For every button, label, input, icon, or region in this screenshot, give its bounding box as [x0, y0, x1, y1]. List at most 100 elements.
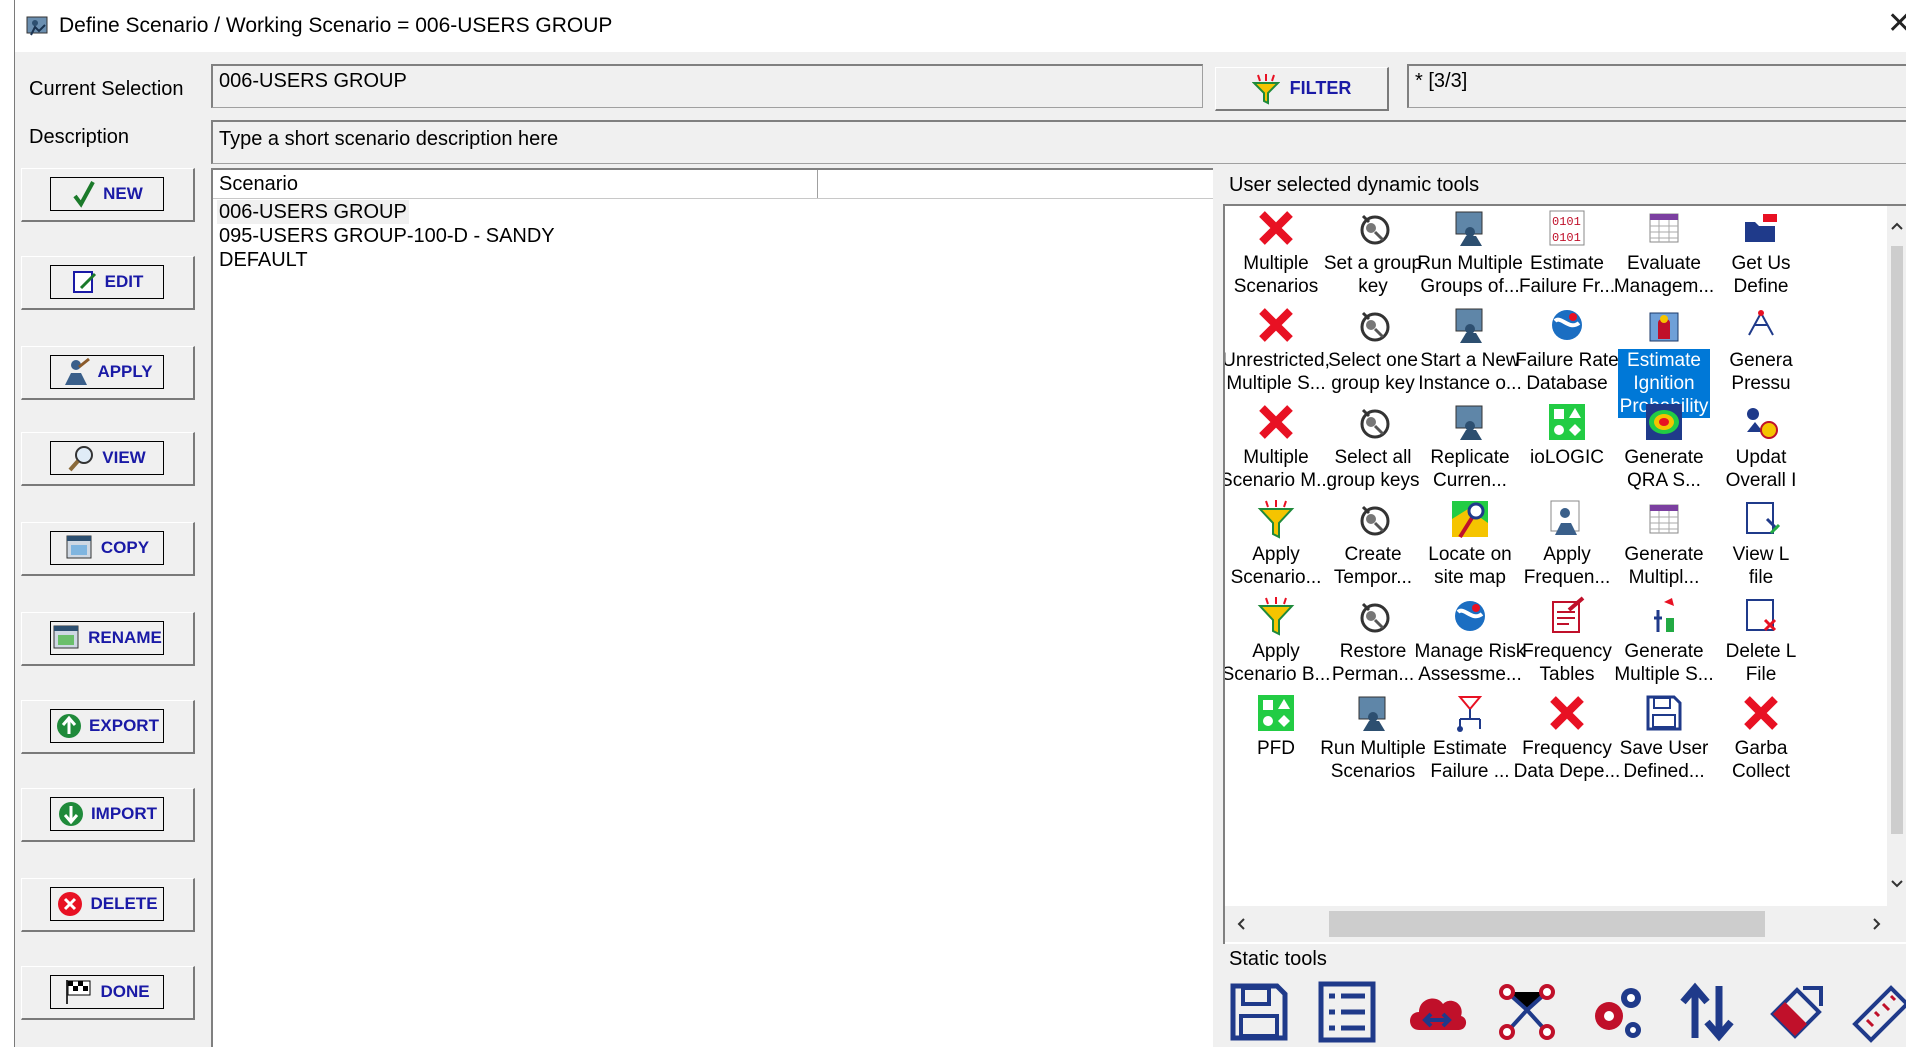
export-button[interactable]: EXPORT: [21, 700, 195, 754]
scenario-column-header[interactable]: Scenario: [219, 173, 298, 196]
red-x-icon: [1550, 696, 1584, 730]
tool-label: Frequency Tables: [1522, 641, 1612, 685]
view-button[interactable]: VIEW: [21, 432, 195, 486]
scenario-list[interactable]: Scenario 006-USERS GROUP 095-USERS GROUP…: [211, 168, 1213, 1047]
new-button[interactable]: NEW: [21, 168, 195, 222]
tool-label: Estimate Failure Fr...: [1518, 253, 1616, 297]
funnel-icon: [1257, 500, 1295, 539]
dynamic-tool-get-us-define[interactable]: Get Us Define: [1702, 208, 1820, 298]
filter-button[interactable]: FILTER: [1215, 67, 1389, 111]
filter-count-field: * [3/3]: [1407, 64, 1906, 108]
tool-label: Garba Collect: [1731, 738, 1791, 782]
tool-label: ioLOGIC: [1530, 447, 1604, 468]
network-icon[interactable]: [1495, 980, 1559, 1044]
table-icon: [1649, 504, 1679, 534]
title-bar: Define Scenario / Working Scenario = 006…: [15, 0, 1906, 52]
tool-label: Generate QRA S...: [1624, 447, 1704, 491]
dynamic-tool-updat-overall-i[interactable]: Updat Overall I: [1702, 402, 1820, 492]
tool-label: Delete L File: [1725, 641, 1797, 685]
tool-label: PFD: [1257, 738, 1295, 759]
list-item[interactable]: 006-USERS GROUP: [217, 200, 409, 224]
import-button[interactable]: IMPORT: [21, 788, 195, 842]
map-icon: [1452, 501, 1488, 539]
copy-icon: [66, 535, 92, 559]
chevron-up-icon[interactable]: [1887, 216, 1906, 236]
red-x-icon: [1259, 211, 1293, 245]
key-group-icon: [1360, 311, 1390, 342]
close-icon[interactable]: ✕: [1887, 6, 1906, 41]
vertical-scrollbar[interactable]: [1887, 206, 1906, 906]
dynamic-tool-genera-pressu[interactable]: Genera Pressu: [1702, 305, 1820, 395]
view-button-label: VIEW: [102, 448, 146, 467]
export-icon: [57, 714, 82, 738]
tool-label: Restore Perman...: [1331, 641, 1415, 685]
view-log-icon: [1746, 502, 1781, 535]
list-item[interactable]: 095-USERS GROUP-100-D - SANDY: [217, 224, 557, 248]
delete-button-label: DELETE: [90, 894, 158, 913]
apply-icon: [65, 357, 91, 385]
done-button[interactable]: DONE: [21, 966, 195, 1020]
checkered-flag-icon: [66, 980, 91, 1004]
description-input[interactable]: Type a short scenario description here: [211, 120, 1906, 164]
save-icon: [1646, 695, 1682, 731]
red-x-icon: [1259, 308, 1293, 342]
filter-label: FILTER: [1289, 78, 1352, 98]
rename-button[interactable]: RENAME: [21, 612, 195, 666]
vertical-scrollbar-thumb[interactable]: [1891, 246, 1903, 834]
globe-icon: [1455, 601, 1485, 631]
dynamic-tool-garba-collect[interactable]: Garba Collect: [1702, 693, 1820, 783]
import-icon: [58, 802, 83, 826]
save-icon[interactable]: [1227, 980, 1291, 1044]
magnifier-icon: [68, 446, 94, 472]
key-group-icon: [1360, 505, 1390, 536]
eraser-icon[interactable]: [1763, 980, 1827, 1044]
logic-blocks-icon: [1258, 695, 1294, 731]
gears-icon[interactable]: [1585, 980, 1649, 1044]
chevron-right-icon[interactable]: [1867, 914, 1887, 934]
update-icon: [1747, 408, 1778, 439]
copy-button[interactable]: COPY: [21, 522, 195, 576]
tool-label: Updat Overall I: [1725, 447, 1797, 491]
list-item[interactable]: DEFAULT: [217, 248, 310, 272]
window-title: Define Scenario / Working Scenario = 006…: [59, 14, 613, 37]
description-label: Description: [29, 126, 130, 148]
tool-label: Genera Pressu: [1729, 350, 1793, 394]
run-person-icon: [1455, 211, 1483, 246]
horizontal-scrollbar[interactable]: [1225, 906, 1906, 942]
contour-icon: [1646, 404, 1682, 440]
filter-count: * [3/3]: [1415, 70, 1468, 92]
apply-button[interactable]: APPLY: [21, 346, 195, 400]
tool-label: Select all group keys: [1326, 447, 1420, 491]
copy-button-label: COPY: [100, 538, 150, 557]
doc-edit-icon: [1552, 596, 1585, 633]
rename-button-label: RENAME: [88, 628, 162, 647]
dynamic-tool-delete-l-file[interactable]: Delete L File: [1702, 596, 1820, 686]
cloud-transfer-icon[interactable]: [1405, 980, 1469, 1044]
ruler-icon[interactable]: [1851, 980, 1906, 1044]
chevron-down-icon[interactable]: [1887, 874, 1906, 894]
horizontal-scrollbar-thumb[interactable]: [1329, 911, 1765, 937]
table-icon: [1649, 213, 1679, 243]
run-person-icon: [1358, 696, 1386, 731]
apply-button-label: APPLY: [97, 362, 153, 381]
define-scenario-window: Define Scenario / Working Scenario = 006…: [14, 0, 1906, 1047]
tool-label: Select one group key: [1328, 350, 1418, 394]
list-icon[interactable]: [1315, 980, 1379, 1044]
dynamic-tool-view-l-file[interactable]: View Lfile: [1702, 499, 1820, 589]
run-person-icon: [1455, 308, 1483, 343]
sort-arrows-icon[interactable]: [1675, 980, 1739, 1044]
apply-person-icon: [1550, 500, 1580, 535]
column-separator[interactable]: [817, 170, 818, 198]
delete-button[interactable]: DELETE: [21, 878, 195, 932]
red-x-icon: [1744, 696, 1778, 730]
tool-label: Multiple Scenarios: [1233, 253, 1319, 297]
rename-icon: [53, 625, 79, 649]
edit-button[interactable]: EDIT: [21, 256, 195, 310]
dynamic-tools-panel: Multiple Scenarios Set a group key Run Multi…: [1223, 204, 1906, 944]
chevron-left-icon[interactable]: [1231, 914, 1251, 934]
tool-label: Locate on site map: [1428, 544, 1512, 588]
description-text: Type a short scenario description here: [219, 128, 559, 150]
current-selection-field: 006-USERS GROUP: [211, 64, 1203, 108]
run-person-icon: [1455, 405, 1483, 440]
import-button-label: IMPORT: [90, 804, 158, 823]
